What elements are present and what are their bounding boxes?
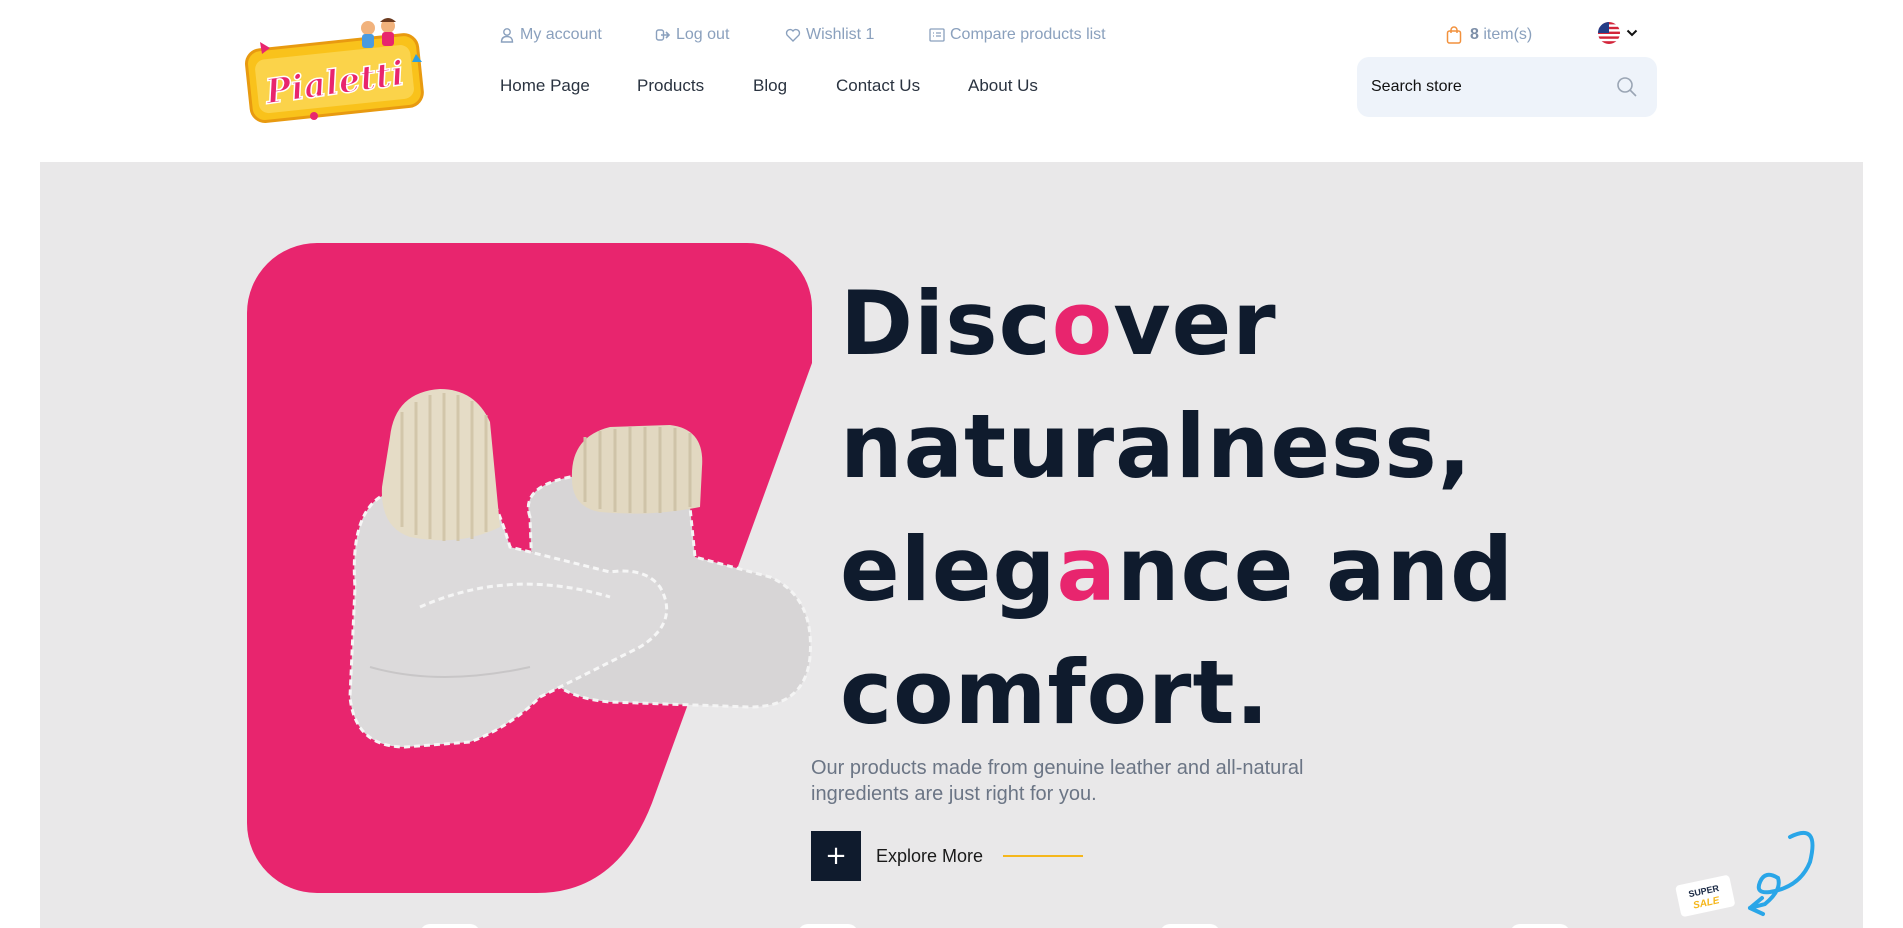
headline-accent-letter: o xyxy=(1051,272,1114,375)
user-icon xyxy=(500,28,514,43)
category-circle-peek xyxy=(1510,924,1570,928)
search-box xyxy=(1357,57,1657,117)
shopping-bag-icon xyxy=(1446,26,1462,44)
hero-headline: Discover naturalness, elegance and comfo… xyxy=(840,262,1514,754)
headline-accent-letter: a xyxy=(1056,518,1117,621)
wishlist-label: Wishlist 1 xyxy=(806,26,875,43)
explore-more-label: Explore More xyxy=(876,845,984,866)
hero-banner: Discover naturalness, elegance and comfo… xyxy=(40,162,1863,928)
nav-about-us[interactable]: About Us xyxy=(968,76,1038,96)
headline-line-1: Discover xyxy=(840,262,1514,385)
language-selector[interactable] xyxy=(1598,22,1638,44)
nav-contact-us[interactable]: Contact Us xyxy=(836,76,920,96)
sign-out-icon xyxy=(655,29,671,41)
cart-link[interactable]: 8 item(s) xyxy=(1446,26,1532,44)
log-out-link[interactable]: Log out xyxy=(655,26,729,44)
category-circle-peek xyxy=(420,924,480,928)
my-account-link[interactable]: My account xyxy=(499,26,602,44)
search-icon[interactable] xyxy=(1615,75,1639,99)
us-flag-icon xyxy=(1598,22,1620,44)
list-icon xyxy=(929,28,945,42)
compare-label: Compare products list xyxy=(950,26,1106,43)
baby-shoes-image xyxy=(348,389,812,749)
plus-icon: + xyxy=(811,831,861,881)
headline-text: ver xyxy=(1113,272,1277,375)
log-out-label: Log out xyxy=(676,26,730,43)
nav-home-page[interactable]: Home Page xyxy=(500,76,590,96)
nav-products[interactable]: Products xyxy=(637,76,704,96)
headline-line-3: elegance and xyxy=(840,508,1514,631)
compare-products-link[interactable]: Compare products list xyxy=(929,26,1106,44)
category-circle-peek xyxy=(1160,924,1220,928)
hero-description: Our products made from genuine leather a… xyxy=(811,757,1304,805)
search-input[interactable] xyxy=(1371,75,1601,99)
headline-text: nce and xyxy=(1116,518,1515,621)
wishlist-link[interactable]: Wishlist 1 xyxy=(785,26,874,44)
my-account-label: My account xyxy=(520,26,602,43)
nav-blog[interactable]: Blog xyxy=(753,76,787,96)
headline-text: eleg xyxy=(840,518,1057,621)
explore-more-button[interactable]: + Explore More xyxy=(811,831,1084,881)
cta-underline-decoration xyxy=(1003,855,1084,857)
category-circle-peek xyxy=(798,924,858,928)
cart-count: 8 xyxy=(1470,26,1479,43)
site-header: Pialetti My account Log out Wishlist 1 C… xyxy=(0,0,1903,162)
super-sale-sticker[interactable]: SUPER SALE xyxy=(1670,812,1820,922)
heart-icon xyxy=(785,28,801,42)
headline-line-4: comfort. xyxy=(840,641,1270,744)
pialetti-logo[interactable]: Pialetti xyxy=(240,14,430,124)
chevron-down-icon xyxy=(1626,29,1638,37)
headline-text: Disc xyxy=(840,272,1052,375)
cart-label: item(s) xyxy=(1483,26,1533,43)
headline-line-2: naturalness, xyxy=(840,395,1473,498)
